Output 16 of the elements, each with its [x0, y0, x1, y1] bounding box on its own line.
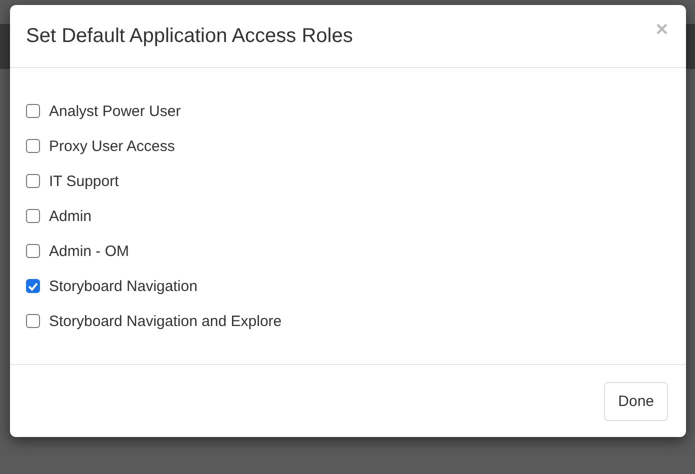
checkbox-label[interactable]: Storyboard Navigation and Explore — [49, 312, 282, 330]
dialog-title: Set Default Application Access Roles — [26, 25, 353, 48]
checkbox-label[interactable]: Analyst Power User — [49, 102, 181, 120]
checkbox[interactable] — [26, 279, 40, 293]
done-button[interactable]: Done — [604, 382, 668, 420]
checkbox-label[interactable]: Admin — [49, 208, 92, 224]
checkbox[interactable] — [26, 174, 40, 188]
checkbox-label[interactable]: IT Support — [49, 172, 119, 190]
checkbox[interactable] — [26, 314, 40, 328]
checkbox[interactable] — [26, 104, 40, 118]
checkbox-label[interactable]: Storyboard Navigation — [49, 278, 198, 294]
checkbox[interactable] — [26, 209, 40, 223]
checkbox-label[interactable]: Proxy User Access — [49, 138, 175, 154]
checkbox[interactable] — [26, 139, 40, 153]
checkbox-label[interactable]: Admin - OM — [49, 242, 130, 260]
checkbox[interactable] — [26, 244, 40, 258]
